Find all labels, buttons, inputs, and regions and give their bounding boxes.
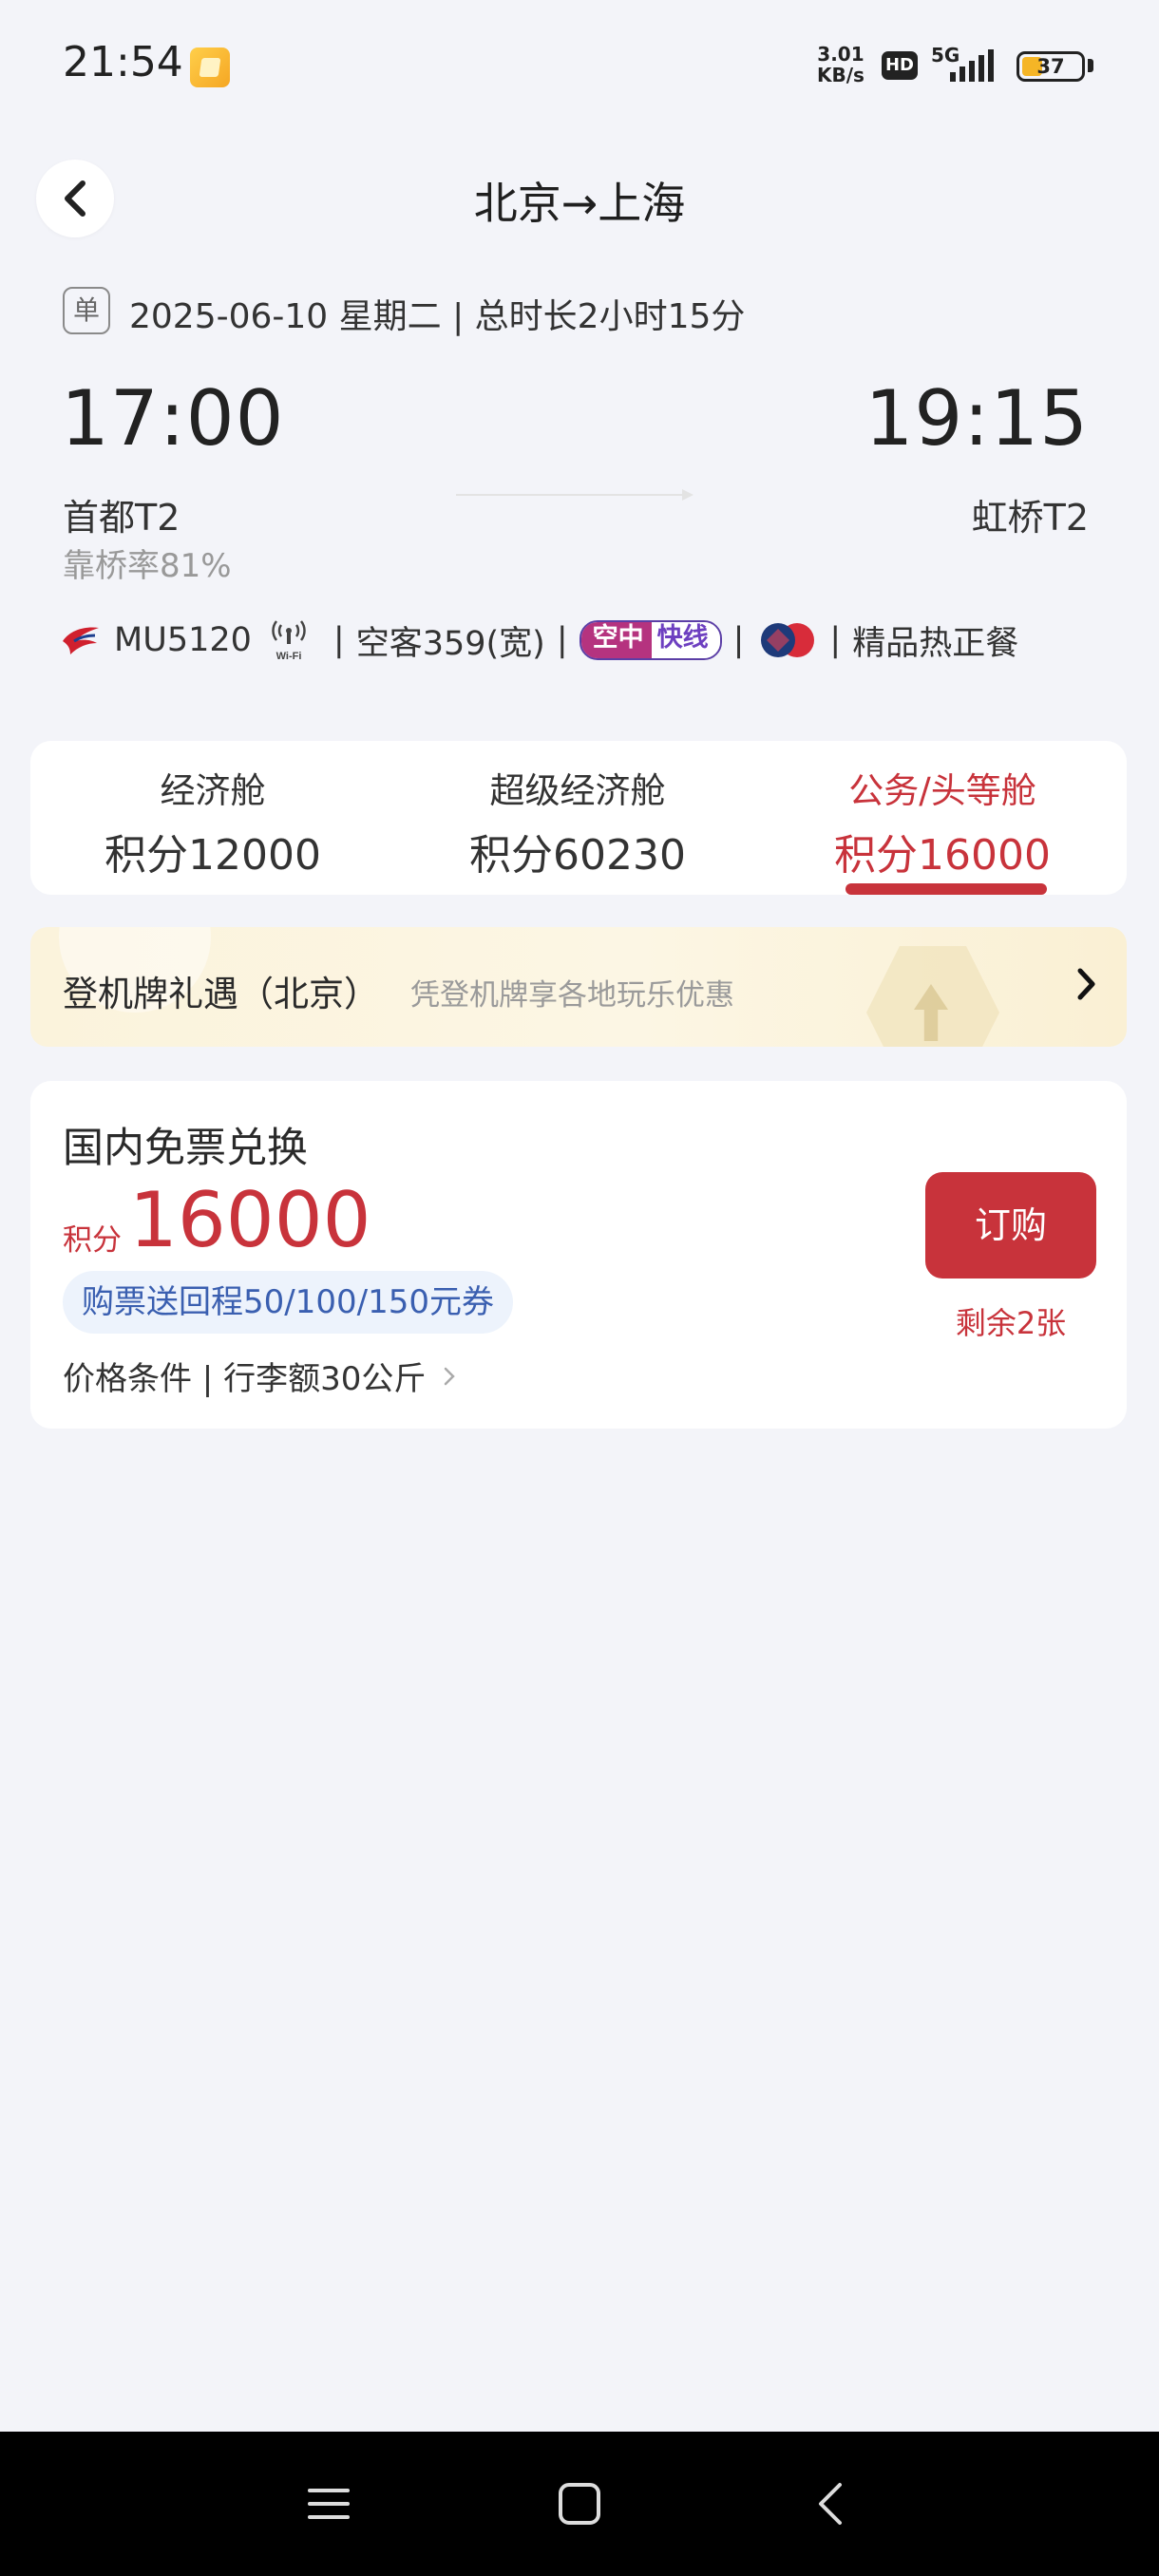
coupon-badge: 购票送回程50/100/150元券 [63, 1271, 513, 1334]
air-express-badge: 空中 快线 [579, 620, 722, 660]
cabin-name: 公务/头等舱 [848, 770, 1036, 811]
chevron-right-icon [445, 1367, 456, 1385]
system-navigation-bar [0, 2432, 1159, 2576]
route-arrow [456, 489, 694, 501]
boarding-pass-promo-banner[interactable]: 登机牌礼遇（北京） 凭登机牌享各地玩乐优惠 [30, 927, 1127, 1047]
cabin-name: 经济舱 [160, 770, 266, 811]
conditions-text: 价格条件 | 行李额30公斤 [63, 1360, 427, 1398]
airline-logo-icon [63, 627, 99, 654]
book-button[interactable]: 订购 [925, 1172, 1096, 1279]
cabin-tabs: 经济舱 积分12000 超级经济舱 积分60230 公务/头等舱 积分16000 [30, 741, 1127, 895]
promo-title: 登机牌礼遇（北京） [63, 974, 379, 1014]
network-speed-value: 3.01 [817, 43, 864, 66]
network-speed: 3.01 KB/s [817, 44, 864, 85]
signal-icon [950, 49, 994, 82]
battery-cap [1088, 59, 1093, 72]
chevron-right-icon [1077, 968, 1095, 1000]
ticket-exchange-card: 国内免票兑换 积分 16000 购票送回程50/100/150元券 价格条件 |… [30, 1081, 1127, 1429]
svg-text:Wi-Fi: Wi-Fi [276, 651, 302, 661]
cabin-name: 超级经济舱 [489, 770, 666, 811]
active-tab-indicator [846, 883, 1047, 895]
points-price: 16000 [129, 1176, 371, 1264]
flight-date-duration: 2025-06-10 星期二 | 总时长2小时15分 [129, 297, 746, 336]
menu-icon[interactable] [302, 2477, 355, 2530]
tab-economy[interactable]: 经济舱 积分12000 [30, 762, 395, 881]
trip-type-tag: 单 [63, 287, 110, 334]
promo-subtitle: 凭登机牌享各地玩乐优惠 [410, 978, 734, 1013]
cabin-price: 积分12000 [104, 831, 321, 880]
exchange-title: 国内免票兑换 [63, 1125, 308, 1172]
meal-type: 精品热正餐 [852, 624, 1019, 663]
home-icon[interactable] [553, 2477, 606, 2530]
air-express-label-a: 空中 [580, 622, 652, 658]
bridge-rate: 靠桥率81% [63, 547, 232, 585]
cabin-price: 积分16000 [834, 831, 1051, 880]
separator: | [829, 621, 842, 659]
page-title: 北京→上海 [473, 178, 686, 229]
aircraft-type: 空客359(宽) [355, 624, 545, 663]
price-conditions-link[interactable]: 价格条件 | 行李额30公斤 [63, 1353, 456, 1399]
battery-level: 37 [1036, 55, 1065, 78]
network-speed-unit: KB/s [817, 64, 864, 86]
air-express-label-b: 快线 [651, 622, 720, 658]
battery-icon: 37 [1016, 51, 1085, 82]
cabin-price: 积分60230 [469, 831, 686, 880]
separator: | [556, 621, 568, 659]
departure-time: 17:00 [61, 374, 285, 463]
wifi-icon: Wi-Fi [272, 620, 306, 661]
back-icon[interactable] [806, 2477, 859, 2530]
departure-airport: 首都T2 [63, 497, 180, 539]
flight-info-row: MU5120 Wi-Fi | 空客359(宽) | 空中 快线 | | 精品热正… [61, 616, 1018, 665]
separator: | [732, 621, 745, 659]
remaining-tickets: 剩余2张 [955, 1305, 1067, 1341]
hd-badge: HD [882, 51, 918, 80]
points-label: 积分 [63, 1223, 122, 1258]
arrival-airport: 虹桥T2 [971, 497, 1089, 539]
meal-brand-icon [761, 623, 815, 657]
flight-number: MU5120 [114, 621, 252, 659]
status-time: 21:54 [63, 38, 183, 86]
notification-app-icon [190, 47, 230, 87]
arrival-time: 19:15 [864, 374, 1089, 463]
separator: | [332, 621, 345, 659]
tab-premium-economy[interactable]: 超级经济舱 积分60230 [395, 762, 760, 881]
tab-business-first[interactable]: 公务/头等舱 积分16000 [760, 762, 1125, 881]
